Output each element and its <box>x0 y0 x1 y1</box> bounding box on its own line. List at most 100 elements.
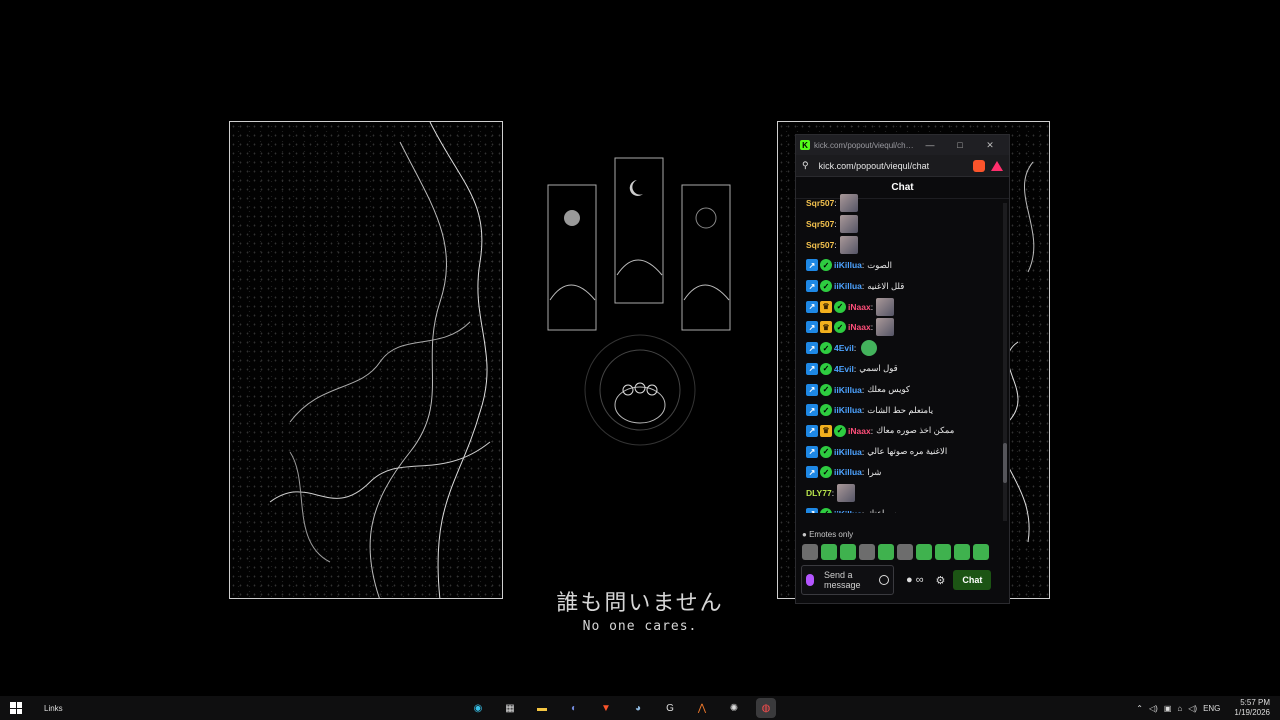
emote-button[interactable] <box>840 544 856 560</box>
sub-badge-icon[interactable]: ↗ <box>806 280 818 293</box>
url-text[interactable]: kick.com/popout/viequl/chat <box>819 161 969 171</box>
emote-button[interactable] <box>973 544 989 560</box>
chat-username[interactable]: iiKillua <box>834 467 862 477</box>
steelseries-icon[interactable]: ✺ <box>724 698 744 718</box>
file-explorer-icon[interactable]: ▬ <box>532 698 552 718</box>
chat-message[interactable]: ↗ ✓ iiKillua: يامتعلم حط الشات <box>806 400 1001 421</box>
sub-badge-icon[interactable]: ↗ <box>806 404 818 417</box>
chat-message-list[interactable]: Sqr507: Sqr507: Sqr507: ↗ ✓ iiKillua: الصوت ↗ ✓ i… <box>796 193 1001 513</box>
language-indicator[interactable]: ENG <box>1203 704 1220 713</box>
channel-points-icon[interactable]: ● ∞ <box>906 574 924 586</box>
steam-icon[interactable]: ◕ <box>628 698 648 718</box>
network-icon[interactable]: ⌂ <box>1177 704 1182 713</box>
chat-emote-image[interactable] <box>876 318 895 337</box>
chat-username[interactable]: iNaax <box>848 302 871 312</box>
chat-message[interactable]: ↗ ✓ 4Evil: قول اسمي <box>806 359 1001 380</box>
address-bar[interactable]: ⚲ kick.com/popout/viequl/chat <box>796 155 1009 177</box>
chat-username[interactable]: iNaax <box>848 426 871 436</box>
emote-button[interactable] <box>935 544 951 560</box>
chat-emote-green[interactable] <box>861 340 878 357</box>
chat-username[interactable]: DLY77 <box>806 488 832 498</box>
chat-message[interactable]: ↗ ✓ iiKillua: الصوت <box>806 255 1001 276</box>
chat-username[interactable]: iiKillua <box>834 260 862 270</box>
chat-username[interactable]: 4Evil <box>834 364 854 374</box>
clock[interactable]: 5:57 PM 1/19/2026 <box>1234 698 1270 718</box>
windows-start-icon[interactable] <box>10 702 22 714</box>
emote-button[interactable] <box>954 544 970 560</box>
edge-icon[interactable]: ◉ <box>468 698 488 718</box>
crown-badge-icon[interactable]: ♛ <box>820 321 832 334</box>
maximize-button[interactable]: □ <box>945 140 975 150</box>
verified-badge-icon[interactable]: ✓ <box>820 362 832 375</box>
emote-button[interactable] <box>916 544 932 560</box>
scrollbar-thumb[interactable] <box>1003 443 1007 483</box>
send-message-input[interactable]: Send a message <box>801 565 894 595</box>
chat-message[interactable]: ↗ ♛ ✓ iNaax: <box>806 317 1001 338</box>
sub-badge-icon[interactable]: ↗ <box>806 321 818 334</box>
verified-badge-icon[interactable]: ✓ <box>820 259 832 272</box>
chat-message[interactable]: ↗ ✓ 4Evil: <box>806 338 1001 359</box>
chat-message[interactable]: Sqr507: <box>806 234 1001 255</box>
verified-badge-icon[interactable]: ✓ <box>820 280 832 293</box>
emote-button[interactable] <box>821 544 837 560</box>
chat-message[interactable]: ↗ ✓ iiKillua: قلل الاغنيه <box>806 276 1001 297</box>
emote-button[interactable] <box>897 544 913 560</box>
chat-message[interactable]: ↗ ♛ ✓ iNaax: <box>806 296 1001 317</box>
chat-username[interactable]: iiKillua <box>834 405 862 415</box>
chat-message[interactable]: ↗ ♛ ✓ iNaax: ممكن اخذ صوره معاك <box>806 421 1001 442</box>
chat-username[interactable]: Sqr507 <box>806 198 834 208</box>
chat-username[interactable]: iNaax <box>848 322 871 332</box>
chat-emote-image[interactable] <box>839 215 858 234</box>
brave-shields-icon[interactable] <box>973 159 985 172</box>
chat-message[interactable]: ↗ ✓ iiKillua: كويس معلك <box>806 379 1001 400</box>
verified-badge-icon[interactable]: ✓ <box>820 445 832 458</box>
chat-emote-image[interactable] <box>839 235 858 254</box>
minimize-button[interactable]: — <box>915 140 945 150</box>
emote-button[interactable] <box>878 544 894 560</box>
chat-username[interactable]: iiKillua <box>834 509 862 513</box>
chevron-up-icon[interactable]: ⌃ <box>1136 704 1143 713</box>
chat-emote-image[interactable] <box>839 194 858 213</box>
chat-username[interactable]: Sqr507 <box>806 219 834 229</box>
brave-rewards-icon[interactable] <box>991 160 1003 171</box>
chat-scrollbar[interactable] <box>1003 203 1007 521</box>
chat-emote-image[interactable] <box>876 297 895 316</box>
sub-badge-icon[interactable]: ↗ <box>806 362 818 375</box>
verified-badge-icon[interactable]: ✓ <box>834 321 846 334</box>
chat-username[interactable]: Sqr507 <box>806 240 834 250</box>
window-titlebar[interactable]: K kick.com/popout/viequl/cha... — □ ✕ <box>796 135 1009 155</box>
brave-active-window-icon[interactable]: ◍ <box>756 698 776 718</box>
send-chat-button[interactable]: Chat <box>953 570 992 590</box>
display-icon[interactable]: ▣ <box>1164 704 1172 713</box>
sub-badge-icon[interactable]: ↗ <box>806 507 818 513</box>
brave-icon[interactable]: ▼ <box>596 698 616 718</box>
gear-icon[interactable]: ⚙ <box>936 574 946 587</box>
verified-badge-icon[interactable]: ✓ <box>820 507 832 513</box>
chat-message[interactable]: Sqr507: <box>806 193 1001 214</box>
verified-badge-icon[interactable]: ✓ <box>820 342 832 355</box>
chat-message[interactable]: ↗✓iiKillua:بسماعتك <box>806 503 1001 513</box>
verified-badge-icon[interactable]: ✓ <box>820 404 832 417</box>
mic-icon[interactable] <box>806 574 814 586</box>
crown-badge-icon[interactable]: ♛ <box>820 300 832 313</box>
verified-badge-icon[interactable]: ✓ <box>834 424 846 437</box>
g-hub-icon[interactable]: G <box>660 698 680 718</box>
chat-emote-image[interactable] <box>837 483 856 502</box>
chat-message[interactable]: ↗ ✓ iiKillua: الاغنية مره صوتها عالي <box>806 441 1001 462</box>
chat-username[interactable]: 4Evil <box>834 343 854 353</box>
kick-chat-popup-window[interactable]: K kick.com/popout/viequl/cha... — □ ✕ ⚲ … <box>795 134 1010 604</box>
site-settings-icon[interactable]: ⚲ <box>802 160 809 171</box>
chat-message[interactable]: ↗ ✓ iiKillua: شرا <box>806 462 1001 483</box>
chat-message[interactable]: DLY77: <box>806 483 1001 504</box>
chat-username[interactable]: iiKillua <box>834 385 862 395</box>
verified-badge-icon[interactable]: ✓ <box>834 300 846 313</box>
verified-badge-icon[interactable]: ✓ <box>820 466 832 479</box>
volume-icon[interactable]: ◁) <box>1188 704 1197 713</box>
app-orange-icon[interactable]: ⋀ <box>692 698 712 718</box>
store-icon[interactable]: ▦ <box>500 698 520 718</box>
chat-username[interactable]: iiKillua <box>834 281 862 291</box>
close-button[interactable]: ✕ <box>975 140 1005 151</box>
speaker-icon[interactable]: ◁) <box>1149 704 1158 713</box>
sub-badge-icon[interactable]: ↗ <box>806 342 818 355</box>
emote-button[interactable] <box>802 544 818 560</box>
